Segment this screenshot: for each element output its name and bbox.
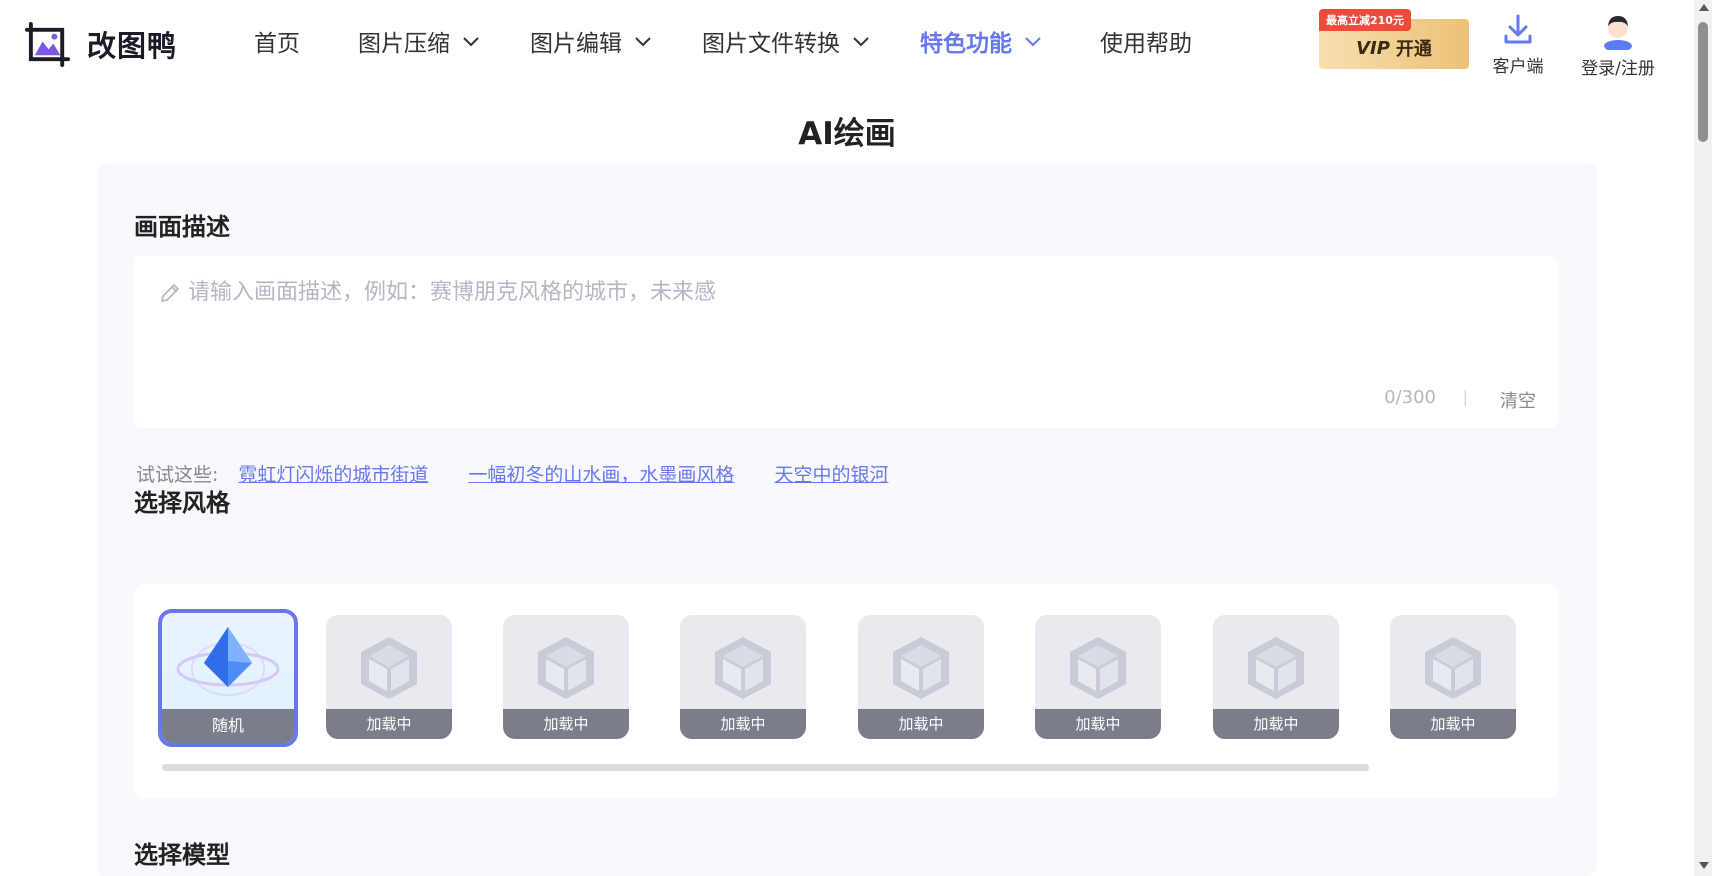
style-card[interactable]: 加载中 — [680, 615, 806, 739]
counter-separator: | — [1462, 387, 1468, 406]
style-card[interactable]: 加载中 — [1390, 615, 1516, 739]
nav-home[interactable]: 首页 — [254, 24, 300, 58]
style-card[interactable]: 加载中 — [1035, 615, 1161, 739]
nav-file-convert-label: 图片文件转换 — [702, 31, 840, 57]
cube-placeholder-icon — [715, 637, 771, 699]
cube-placeholder-icon — [1425, 637, 1481, 699]
scroll-thumb[interactable] — [1698, 22, 1708, 142]
prompt-input[interactable] — [156, 278, 1536, 378]
chevron-down-icon — [463, 37, 479, 47]
logo-icon — [25, 21, 71, 67]
main-nav: 首页 图片压缩 图片编辑 图片文件转换 特色功能 使用帮助 — [254, 24, 1192, 58]
cube-placeholder-icon — [361, 637, 417, 699]
vip-label: 开通 — [1395, 39, 1432, 60]
chevron-down-icon — [853, 37, 869, 47]
style-card-random[interactable]: 随机 — [158, 609, 298, 747]
download-icon — [1504, 14, 1532, 44]
prompt-box: 0/300 | 清空 — [134, 256, 1558, 428]
scroll-down-arrow-icon[interactable] — [1699, 862, 1709, 869]
logo[interactable]: 改图鸭 — [25, 20, 177, 67]
client-label: 客户端 — [1492, 57, 1544, 77]
try-link-ink-landscape[interactable]: 一幅初冬的山水画，水墨画风格 — [468, 460, 734, 487]
logo-text: 改图鸭 — [87, 28, 178, 63]
nav-home-label: 首页 — [254, 31, 300, 57]
nav-image-edit[interactable]: 图片编辑 — [530, 24, 654, 58]
style-card-label: 加载中 — [1213, 709, 1339, 739]
nav-help-label: 使用帮助 — [1100, 31, 1192, 57]
avatar-icon — [1604, 16, 1632, 50]
cube-placeholder-icon — [1248, 637, 1304, 699]
top-header: 改图鸭 首页 图片压缩 图片编辑 图片文件转换 特色功能 使用帮助 VIP 开通 — [0, 0, 1694, 92]
vip-discount-badge: 最高立减210元 — [1319, 9, 1411, 31]
nav-image-compress-label: 图片压缩 — [358, 31, 450, 57]
ai-drawing-panel: 画面描述 0/300 | 清空 试试这些: 霓虹灯闪烁的城市街道 一幅初冬的山水… — [97, 163, 1597, 876]
try-link-milky-way[interactable]: 天空中的银河 — [774, 460, 888, 487]
style-card[interactable]: 加载中 — [503, 615, 629, 739]
style-section-title: 选择风格 — [134, 489, 230, 517]
try-link-neon-street[interactable]: 霓虹灯闪烁的城市街道 — [238, 460, 428, 487]
login-label: 登录/注册 — [1581, 59, 1655, 79]
style-card[interactable]: 加载中 — [1213, 615, 1339, 739]
try-suggestions: 试试这些: 霓虹灯闪烁的城市街道 一幅初冬的山水画，水墨画风格 天空中的银河 — [136, 460, 928, 487]
style-card-label: 加载中 — [858, 709, 984, 739]
vip-promo[interactable]: VIP 开通 最高立减210元 — [1319, 9, 1469, 69]
chevron-down-icon — [635, 37, 651, 47]
client-download[interactable]: 客户端 — [1488, 14, 1548, 77]
style-card-label: 加载中 — [1035, 709, 1161, 739]
cube-placeholder-icon — [893, 637, 949, 699]
nav-help[interactable]: 使用帮助 — [1100, 24, 1192, 58]
description-section-title: 画面描述 — [134, 213, 230, 241]
style-card-label: 加载中 — [326, 709, 452, 739]
style-horizontal-scrollbar[interactable] — [162, 764, 1369, 771]
style-card-label: 加载中 — [1390, 709, 1516, 739]
random-style-icon — [176, 627, 280, 696]
model-section-title: 选择模型 — [134, 841, 230, 869]
page-scrollbar[interactable] — [1694, 0, 1712, 876]
style-card-label: 加载中 — [680, 709, 806, 739]
scroll-up-arrow-icon[interactable] — [1699, 4, 1709, 11]
nav-image-compress[interactable]: 图片压缩 — [358, 24, 482, 58]
nav-featured[interactable]: 特色功能 — [920, 24, 1044, 58]
page-title: AI绘画 — [798, 116, 896, 152]
style-card[interactable]: 加载中 — [326, 615, 452, 739]
style-card[interactable]: 加载中 — [858, 615, 984, 739]
style-card-label: 随机 — [162, 709, 294, 743]
vip-prefix: VIP — [1356, 37, 1390, 59]
login-register[interactable]: 登录/注册 — [1576, 12, 1660, 79]
nav-file-convert[interactable]: 图片文件转换 — [702, 24, 872, 58]
clear-button[interactable]: 清空 — [1500, 387, 1536, 413]
style-card-label: 加载中 — [503, 709, 629, 739]
chevron-down-icon — [1025, 37, 1041, 47]
style-selector: 随机 加载中 加载中 加载中 加载中 加载中 加载中 加载中 — [134, 584, 1558, 798]
nav-featured-label: 特色功能 — [920, 31, 1012, 57]
nav-image-edit-label: 图片编辑 — [530, 31, 622, 57]
cube-placeholder-icon — [1070, 637, 1126, 699]
char-counter: 0/300 — [1384, 387, 1436, 408]
cube-placeholder-icon — [538, 637, 594, 699]
